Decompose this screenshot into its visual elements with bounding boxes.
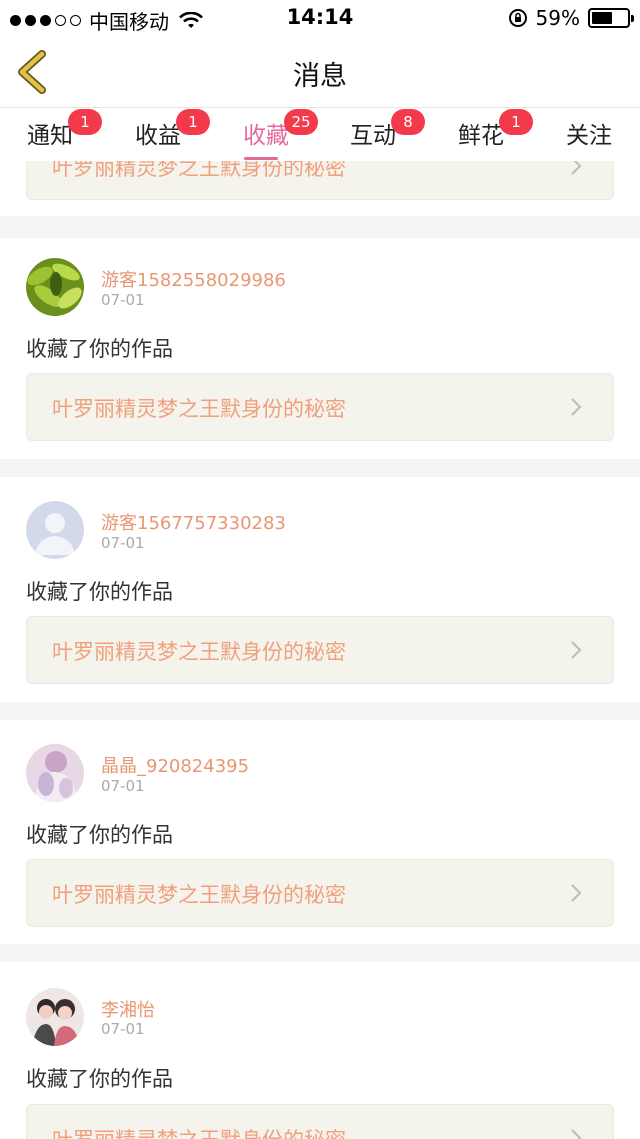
work-title: 叶罗丽精灵梦之王默身份的秘密: [52, 640, 346, 664]
username[interactable]: 李湘怡: [101, 996, 155, 1022]
anime-photo-icon: [26, 744, 84, 802]
feed-card: 李湘怡 07-01 收藏了你的作品 叶罗丽精灵梦之王默身份的秘密: [0, 962, 640, 1139]
tab-flowers[interactable]: 鲜花 1: [441, 109, 533, 150]
tab-interactions[interactable]: 互动 8: [333, 109, 425, 150]
tab-following[interactable]: 关注: [549, 116, 629, 150]
action-text: 收藏了你的作品: [26, 823, 173, 847]
work-title: 叶罗丽精灵梦之王默身份的秘密: [52, 883, 346, 907]
tab-earnings[interactable]: 收益 1: [118, 109, 210, 150]
timestamp: 07-01: [101, 534, 145, 552]
avatar[interactable]: [26, 744, 84, 802]
feed-card: 游客1567757330283 07-01 收藏了你的作品 叶罗丽精灵梦之王默身…: [0, 477, 640, 702]
action-text: 收藏了你的作品: [26, 580, 173, 604]
tab-label: 收益: [135, 123, 181, 149]
chevron-right-icon: [571, 884, 582, 902]
chevron-right-icon: [571, 398, 582, 416]
work-link[interactable]: 叶罗丽精灵梦之王默身份的秘密: [26, 616, 614, 684]
work-title: 叶罗丽精灵梦之王默身份的秘密: [52, 1124, 346, 1139]
unread-badge: 25: [284, 109, 318, 135]
avatar[interactable]: [26, 258, 84, 316]
timestamp: 07-01: [101, 291, 145, 309]
couple-photo-icon: [26, 988, 84, 1046]
tab-label: 鲜花: [458, 123, 504, 149]
plant-photo-icon: [26, 258, 84, 316]
rotation-lock-icon: [508, 9, 527, 27]
navigation-bar: 消息: [0, 36, 640, 108]
tab-label: 通知: [27, 123, 73, 149]
username[interactable]: 游客1567757330283: [101, 509, 286, 535]
battery-percent: 59%: [535, 6, 580, 30]
unread-badge: 1: [68, 109, 102, 135]
action-text: 收藏了你的作品: [26, 337, 173, 361]
feed-card: 游客1582558029986 07-01 收藏了你的作品 叶罗丽精灵梦之王默身…: [0, 238, 640, 459]
unread-badge: 1: [176, 109, 210, 135]
tab-label: 互动: [350, 123, 396, 149]
action-text: 收藏了你的作品: [26, 1067, 173, 1091]
feed-card: 晶晶_920824395 07-01 收藏了你的作品 叶罗丽精灵梦之王默身份的秘…: [0, 720, 640, 944]
page-title: 消息: [293, 61, 347, 92]
work-link[interactable]: 叶罗丽精灵梦之王默身份的秘密: [26, 373, 614, 441]
default-user-icon: [26, 501, 84, 559]
status-bar: 中国移动 14:14 59%: [0, 0, 640, 36]
work-title: 叶罗丽精灵梦之王默身份的秘密: [52, 397, 346, 421]
tab-label: 关注: [566, 123, 612, 149]
tab-favorites[interactable]: 收藏 25: [226, 109, 318, 160]
active-tab-indicator: [244, 157, 278, 160]
unread-badge: 1: [499, 109, 533, 135]
chevron-right-icon: [571, 161, 582, 175]
username[interactable]: 晶晶_920824395: [101, 752, 249, 778]
favorites-feed[interactable]: 叶罗丽精灵梦之王默身份的秘密 游客1582558029986 07-01 收藏了…: [0, 161, 640, 1139]
unread-badge: 8: [391, 109, 425, 135]
chevron-right-icon: [571, 641, 582, 659]
timestamp: 07-01: [101, 777, 145, 795]
avatar[interactable]: [26, 501, 84, 559]
work-title: 叶罗丽精灵梦之王默身份的秘密: [52, 161, 346, 180]
message-tabs: 通知 1 收益 1 收藏 25 互动 8 鲜花 1 关注: [0, 108, 640, 161]
tab-notifications[interactable]: 通知 1: [10, 109, 102, 150]
battery-icon: [588, 8, 634, 28]
work-link[interactable]: 叶罗丽精灵梦之王默身份的秘密: [26, 161, 614, 200]
feed-card-partial: 叶罗丽精灵梦之王默身份的秘密: [0, 161, 640, 216]
work-link[interactable]: 叶罗丽精灵梦之王默身份的秘密: [26, 859, 614, 927]
status-right: 59%: [508, 6, 634, 30]
work-link[interactable]: 叶罗丽精灵梦之王默身份的秘密: [26, 1104, 614, 1139]
timestamp: 07-01: [101, 1020, 145, 1038]
chevron-right-icon: [571, 1129, 582, 1139]
avatar[interactable]: [26, 988, 84, 1046]
username[interactable]: 游客1582558029986: [101, 266, 286, 292]
tab-label: 收藏: [243, 123, 289, 149]
